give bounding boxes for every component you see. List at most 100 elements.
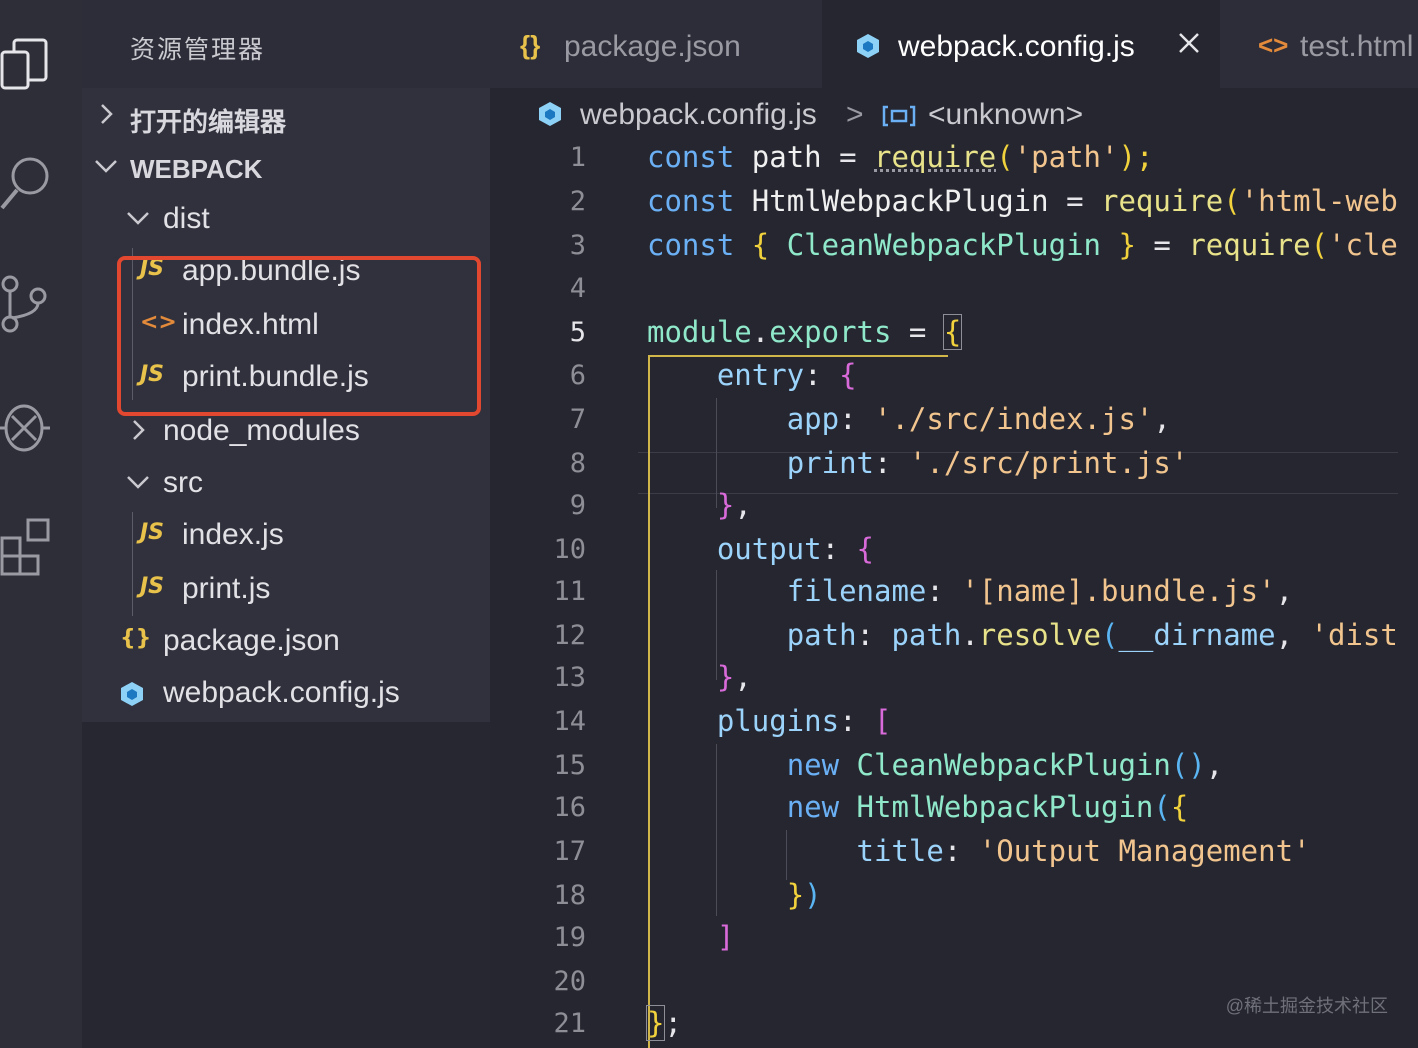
folder-src[interactable]: src xyxy=(82,458,490,510)
tab-test-html[interactable]: <> test.html xyxy=(1222,0,1418,88)
tab-label: test.html xyxy=(1300,30,1414,63)
tab-bar: {} package.json webpack.config.js <> tes… xyxy=(490,0,1418,88)
file-src-print[interactable]: JS print.js xyxy=(82,564,490,616)
code-text: entry: { xyxy=(716,358,857,392)
code-line: 15 new CleanWebpackPlugin(), xyxy=(490,746,1398,789)
section-open-editors[interactable]: 打开的编辑器 xyxy=(82,90,490,142)
line-number: 19 xyxy=(553,922,586,953)
webpack-cube-icon xyxy=(118,680,146,713)
file-package-json[interactable]: {} package.json xyxy=(82,616,490,668)
file-package-json-label: package.json xyxy=(163,624,340,657)
chevron-right-icon xyxy=(92,100,120,128)
code-text: output: { xyxy=(716,532,875,566)
activity-bar xyxy=(0,0,82,1048)
chevron-down-icon xyxy=(92,152,120,180)
json-file-icon: {} xyxy=(120,626,152,651)
code-text: ] xyxy=(716,920,735,954)
html-file-icon: <> xyxy=(1258,30,1289,60)
code-text: const path = require('path'); xyxy=(647,140,1154,174)
file-webpack-config[interactable]: webpack.config.js xyxy=(82,668,490,720)
code-line: 4 xyxy=(490,269,1398,312)
json-file-icon: {} xyxy=(520,30,541,60)
line-number: 1 xyxy=(569,142,586,173)
line-number: 16 xyxy=(553,792,586,823)
file-webpack-config-label: webpack.config.js xyxy=(163,676,400,709)
breadcrumb-symbol[interactable]: <unknown> xyxy=(928,98,1083,132)
folder-dist-label: dist xyxy=(163,202,210,235)
line-number: 5 xyxy=(569,317,586,348)
js-file-icon: JS xyxy=(140,574,165,599)
code-line: 8 print: './src/print.js' xyxy=(490,444,1398,487)
symbol-field-icon xyxy=(882,104,916,133)
code-line: 7 app: './src/index.js', xyxy=(490,400,1398,443)
breadcrumb-file[interactable]: webpack.config.js xyxy=(580,98,817,132)
section-project[interactable]: WEBPACK xyxy=(82,142,490,194)
chevron-down-icon xyxy=(124,204,152,232)
line-number: 15 xyxy=(553,750,586,781)
sidebar-header: 资源管理器 xyxy=(82,0,490,88)
debug-icon[interactable] xyxy=(0,390,60,460)
code-text: }) xyxy=(786,878,822,912)
highlight-box xyxy=(117,256,481,416)
code-text: app: './src/index.js', xyxy=(786,402,1171,436)
code-line: 10 output: { xyxy=(490,530,1398,573)
breadcrumb-separator: > xyxy=(846,98,864,131)
chevron-right-icon xyxy=(124,416,152,444)
folder-src-label: src xyxy=(163,466,203,499)
code-line: 16 new HtmlWebpackPlugin({ xyxy=(490,788,1398,831)
breadcrumb: webpack.config.js > <unknown> xyxy=(490,92,1418,138)
code-text: }, xyxy=(716,660,752,694)
code-line: 17 title: 'Output Management' xyxy=(490,832,1398,875)
code-line: 12 path: path.resolve(__dirname, 'dist' xyxy=(490,616,1398,659)
code-line: 13 }, xyxy=(490,658,1398,701)
line-number: 10 xyxy=(553,534,586,565)
tab-label: package.json xyxy=(564,30,741,63)
folder-dist[interactable]: dist xyxy=(82,194,490,246)
code-text: }, xyxy=(716,488,752,522)
tab-package-json[interactable]: {} package.json xyxy=(490,0,820,88)
section-open-editors-label: 打开的编辑器 xyxy=(130,107,287,137)
code-text: const HtmlWebpackPlugin = require('html-… xyxy=(647,184,1398,218)
webpack-cube-icon xyxy=(536,100,564,133)
code-text: print: './src/print.js' xyxy=(786,446,1189,480)
code-line: 6 entry: { xyxy=(490,356,1398,399)
section-project-label: WEBPACK xyxy=(130,154,263,184)
line-number: 6 xyxy=(569,360,586,391)
close-icon[interactable] xyxy=(1174,28,1204,58)
sidebar-title: 资源管理器 xyxy=(130,36,266,64)
code-line: 18 }) xyxy=(490,876,1398,919)
code-text: module.exports = { xyxy=(647,314,963,350)
line-number: 4 xyxy=(569,273,586,304)
line-number: 14 xyxy=(553,706,586,737)
extensions-icon[interactable] xyxy=(0,510,60,580)
code-text: new CleanWebpackPlugin(), xyxy=(786,748,1224,782)
source-control-icon[interactable] xyxy=(0,268,60,338)
line-number: 18 xyxy=(553,880,586,911)
tab-label: webpack.config.js xyxy=(898,30,1135,63)
line-number: 2 xyxy=(569,186,586,217)
file-src-index[interactable]: JS index.js xyxy=(82,510,490,562)
file-src-index-label: index.js xyxy=(182,518,284,551)
code-line: 9 }, xyxy=(490,486,1398,529)
code-line: 11 filename: '[name].bundle.js', xyxy=(490,572,1398,615)
line-number: 20 xyxy=(553,966,586,997)
explorer-files-icon[interactable] xyxy=(0,26,60,96)
editor-area: {} package.json webpack.config.js <> tes… xyxy=(490,0,1418,1048)
code-editor[interactable]: 1 const path = require('path'); 2 const … xyxy=(490,138,1398,1048)
js-file-icon: JS xyxy=(140,520,165,545)
line-number: 8 xyxy=(569,448,586,479)
tab-webpack-config[interactable]: webpack.config.js xyxy=(822,0,1220,88)
code-line: 19 ] xyxy=(490,918,1398,961)
code-line: 5 module.exports = { xyxy=(490,313,1398,356)
code-text: new HtmlWebpackPlugin({ xyxy=(786,790,1189,824)
code-line: 14 plugins: [ xyxy=(490,702,1398,745)
search-icon[interactable] xyxy=(0,146,60,216)
line-number: 13 xyxy=(553,662,586,693)
code-text: }; xyxy=(645,1005,682,1041)
folder-node-modules-label: node_modules xyxy=(163,414,360,447)
file-src-print-label: print.js xyxy=(182,572,271,605)
line-number: 9 xyxy=(569,490,586,521)
code-line: 3 const { CleanWebpackPlugin } = require… xyxy=(490,226,1398,269)
line-number: 7 xyxy=(569,404,586,435)
line-number: 11 xyxy=(553,576,586,607)
